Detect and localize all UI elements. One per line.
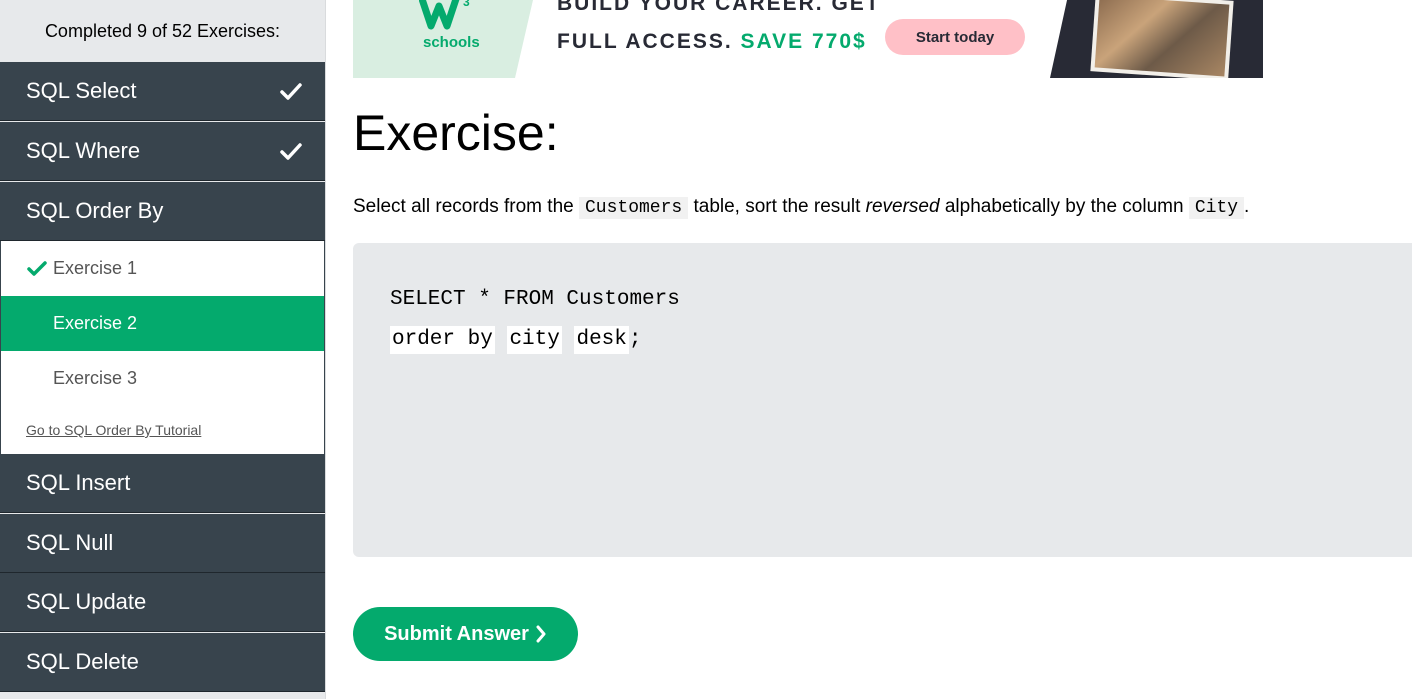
tutorial-link[interactable]: Go to SQL Order By Tutorial: [26, 422, 201, 438]
code-line-2: order by city desk;: [390, 326, 642, 354]
sidebar-item-sql-order-by[interactable]: SQL Order By: [0, 182, 325, 241]
code-editor: SELECT * FROM Customers order by city de…: [353, 243, 1412, 557]
instruction-text: .: [1244, 196, 1250, 217]
exercise-label: Exercise 2: [53, 313, 138, 333]
w3schools-logo-icon: 3: [419, 0, 470, 30]
checkmark-icon: [27, 261, 47, 276]
code-line-1: SELECT * FROM Customers: [390, 288, 680, 311]
submit-answer-button[interactable]: Submit Answer: [353, 607, 578, 661]
ad-cta-button[interactable]: Start today: [885, 19, 1025, 55]
ad-headline-prefix: FULL ACCESS.: [557, 30, 733, 53]
exercise-label: Exercise 1: [53, 258, 138, 278]
instruction-text: Select all records from the: [353, 196, 574, 217]
exercise-item-3[interactable]: Exercise 3: [0, 351, 325, 406]
svg-text:3: 3: [463, 0, 470, 9]
sidebar-item-sql-insert[interactable]: SQL Insert: [0, 454, 325, 513]
sidebar-item-sql-select[interactable]: SQL Select: [0, 62, 325, 121]
instruction-text: table, sort the result: [693, 196, 861, 217]
ad-headline-highlight: SAVE 770$: [740, 30, 867, 53]
tutorial-link-container: Go to SQL Order By Tutorial: [0, 406, 325, 454]
ad-logo-text: schools: [423, 34, 480, 51]
sidebar-item-label: SQL Delete: [26, 649, 139, 674]
instruction-code-table: Customers: [578, 197, 689, 219]
chevron-right-icon: [536, 625, 546, 643]
sidebar-item-sql-delete[interactable]: SQL Delete: [0, 633, 325, 692]
answer-input-2[interactable]: city: [507, 326, 562, 354]
answer-input-3[interactable]: desk: [574, 326, 629, 354]
exercise-instruction: Select all records from the Customers ta…: [353, 194, 1249, 221]
instruction-code-column: City: [1188, 197, 1245, 219]
answer-input-1[interactable]: order by: [390, 326, 495, 354]
checkmark-icon: [280, 83, 302, 100]
sidebar-item-sql-update[interactable]: SQL Update: [0, 573, 325, 632]
exercise-item-2[interactable]: Exercise 2: [0, 296, 325, 351]
exercise-item-1[interactable]: Exercise 1: [0, 241, 325, 296]
sidebar: Completed 9 of 52 Exercises: SQL Select …: [0, 0, 326, 699]
sidebar-item-sql-where[interactable]: SQL Where: [0, 122, 325, 181]
progress-text: Completed 9 of 52 Exercises:: [44, 20, 281, 41]
ad-banner[interactable]: 3 schools BUILD YOUR CAREER. GET FULL AC…: [353, 0, 1263, 78]
ad-photo: [1090, 0, 1234, 78]
checkmark-icon: [280, 143, 302, 160]
sidebar-item-label: SQL Null: [26, 530, 114, 555]
sidebar-divider: [325, 0, 326, 699]
instruction-text: alphabetically by the column: [944, 196, 1184, 217]
sidebar-item-label: SQL Where: [26, 138, 141, 163]
submit-label: Submit Answer: [384, 622, 529, 645]
instruction-emphasis: reversed: [865, 196, 940, 217]
sidebar-item-label: SQL Order By: [26, 198, 164, 223]
page-title: Exercise:: [353, 105, 559, 161]
code-terminator: ;: [628, 328, 642, 351]
ad-headline-1: BUILD YOUR CAREER. GET: [557, 0, 881, 15]
sidebar-item-label: SQL Update: [26, 589, 147, 614]
sidebar-item-label: SQL Select: [26, 78, 137, 103]
ad-headline-2: FULL ACCESS. SAVE 770$: [557, 30, 867, 54]
exercise-label: Exercise 3: [53, 368, 138, 388]
sidebar-item-sql-null[interactable]: SQL Null: [0, 514, 325, 573]
sidebar-item-label: SQL Insert: [26, 470, 131, 495]
